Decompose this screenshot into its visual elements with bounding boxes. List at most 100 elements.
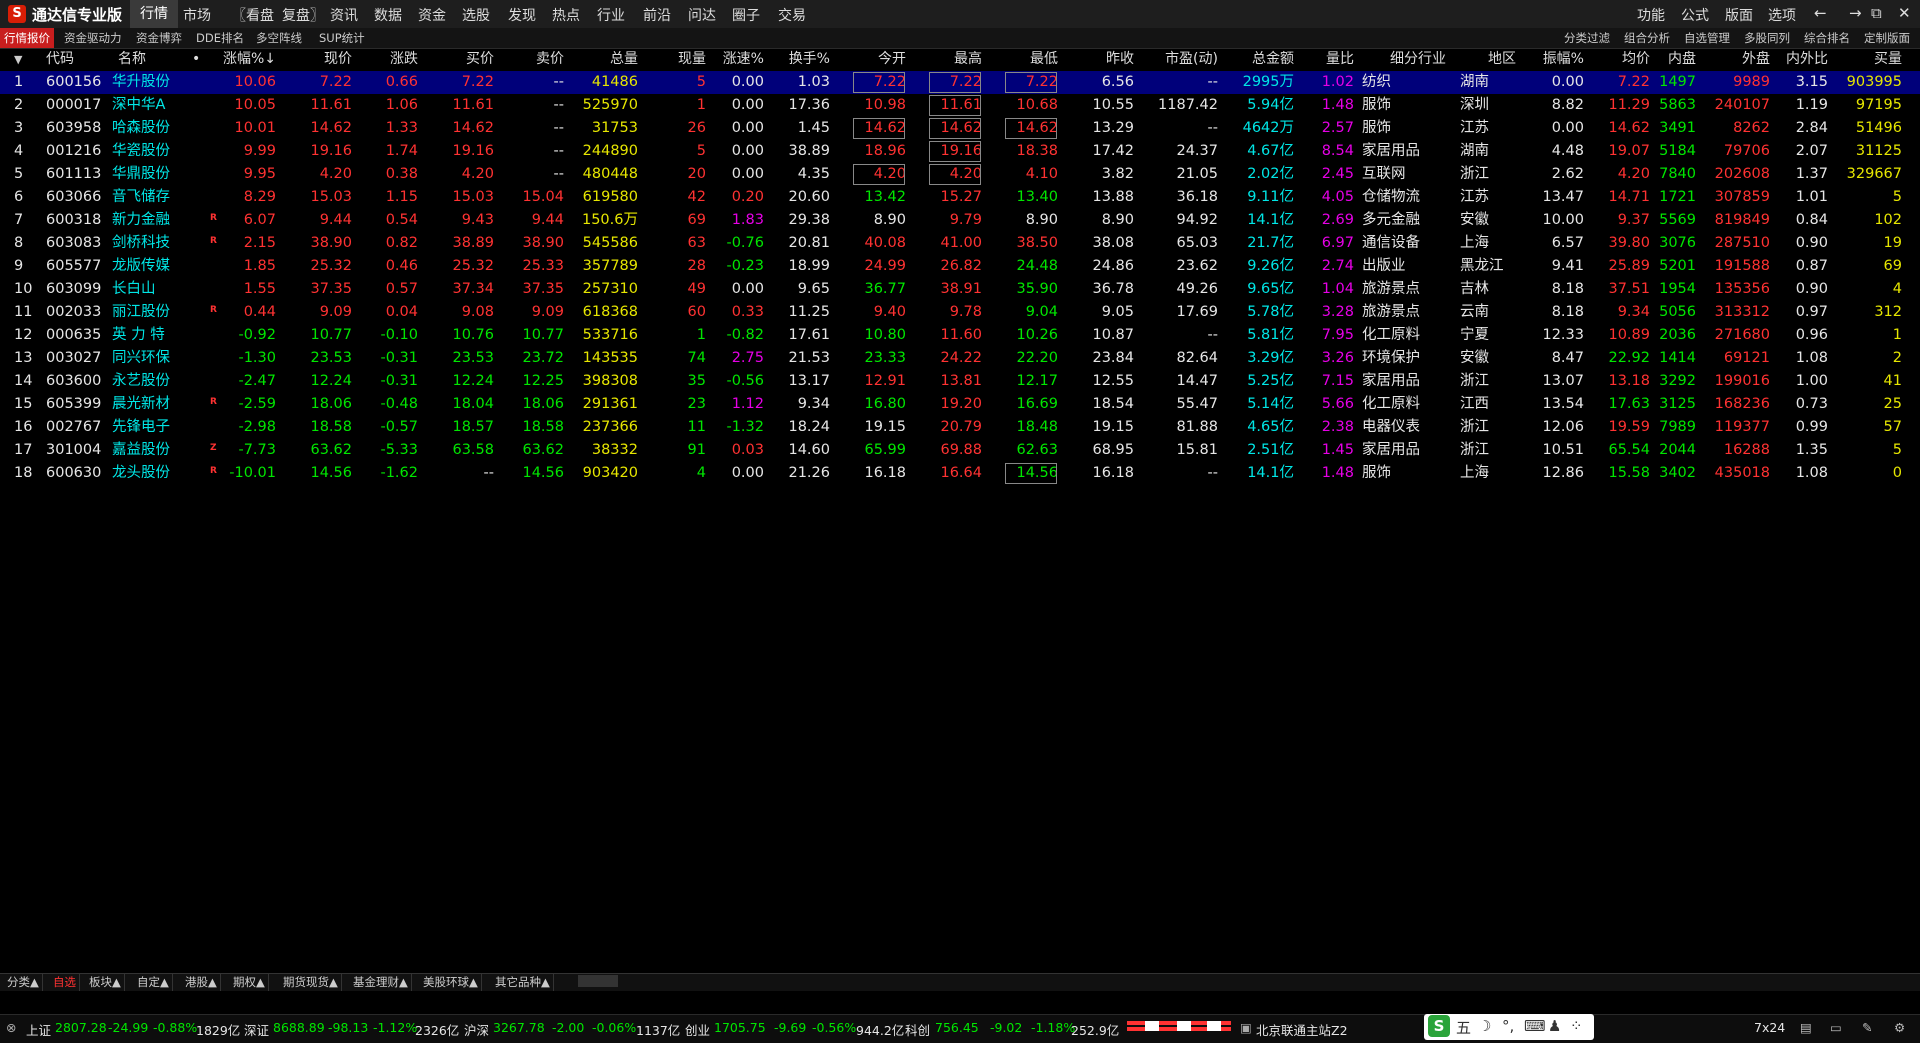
table-row[interactable]: 13 003027 同兴环保 -1.30 23.53 -0.31 23.53 23.72 143… (0, 347, 1920, 370)
close-window-icon[interactable]: ✕ (1898, 4, 1911, 22)
ime-user-icon[interactable]: ♟ (1548, 1017, 1561, 1035)
bottom-tab[interactable]: 其它品种▲ (492, 974, 554, 991)
settings-icon[interactable]: ⚙ (1894, 1020, 1905, 1035)
column-header[interactable]: 昨收 (1070, 48, 1134, 71)
table-row[interactable]: 2 000017 深中华A 10.05 11.61 1.06 11.61 -- 525970 1 0… (0, 94, 1920, 117)
ime-grid-icon[interactable]: ⁘ (1570, 1017, 1583, 1035)
menu-item[interactable]: 资讯 (330, 5, 358, 25)
bottom-tab[interactable]: 板块▲ (86, 974, 125, 991)
tab-dde-rank[interactable]: DDE排名 (192, 28, 248, 48)
table-row[interactable]: 14 603600 永艺股份 -2.47 12.24 -0.31 12.24 12.25 398… (0, 370, 1920, 393)
column-header[interactable]: 代码 (46, 48, 86, 71)
menu-item[interactable]: 选股 (462, 5, 490, 25)
bottom-tab[interactable]: 美股环球▲ (420, 974, 482, 991)
tab-watchlist-manage[interactable]: 自选管理 (1684, 28, 1730, 48)
message-icon[interactable]: ▭ (1830, 1020, 1842, 1035)
tab-capital-drive[interactable]: 资金驱动力 (60, 28, 126, 48)
tab-capital-game[interactable]: 资金博弈 (132, 28, 186, 48)
column-header[interactable]: 涨速% (714, 48, 764, 71)
menu-item[interactable]: 市场 (183, 5, 211, 25)
column-header[interactable]: 地区 (1460, 48, 1516, 71)
tab-quote[interactable]: 行情报价 (0, 28, 54, 48)
tab-composite-rank[interactable]: 综合排名 (1804, 28, 1850, 48)
table-row[interactable]: 3 603958 哈森股份 10.01 14.62 1.33 14.62 -- 31753 26 0… (0, 117, 1920, 140)
menu-options[interactable]: 选项 (1768, 5, 1796, 25)
column-header[interactable]: 今开 (852, 48, 906, 71)
column-header[interactable]: 振幅% (1524, 48, 1584, 71)
menu-item[interactable]: 问达 (688, 5, 716, 25)
table-row[interactable]: 15 605399 晨光新材 R -2.59 18.06 -0.48 18.04 18.06 29… (0, 393, 1920, 416)
table-row[interactable]: 7 600318 新力金融 R 6.07 9.44 0.54 9.43 9.44 150.6万 69… (0, 209, 1920, 232)
menu-formula[interactable]: 公式 (1681, 5, 1709, 25)
bottom-tab[interactable]: 期货现货▲ (280, 974, 342, 991)
table-row[interactable]: 11 002033 丽江股份 R 0.44 9.09 0.04 9.08 9.09 618368 6… (0, 301, 1920, 324)
menu-item[interactable]: 圈子 (732, 5, 760, 25)
menu-item[interactable]: 行情 (130, 0, 178, 28)
tab-custom-layout[interactable]: 定制版面 (1864, 28, 1910, 48)
bottom-tab[interactable]: 分类▲ (4, 974, 43, 991)
table-row[interactable]: 5 601113 华鼎股份 9.95 4.20 0.38 4.20 -- 480448 20 0.0… (0, 163, 1920, 186)
tab-sup-stats[interactable]: SUP统计 (315, 28, 369, 48)
menu-item[interactable]: 发现 (508, 5, 536, 25)
tab-bull-bear[interactable]: 多空阵线 (252, 28, 306, 48)
column-header[interactable]: 量比 (1300, 48, 1354, 71)
column-header[interactable]: 现量 (660, 48, 706, 71)
column-header[interactable]: 名称 (118, 48, 168, 71)
table-row[interactable]: 8 603083 剑桥科技 R 2.15 38.90 0.82 38.89 38.90 54558… (0, 232, 1920, 255)
column-header[interactable]: 均价 (1592, 48, 1650, 71)
column-header[interactable]: 最高 (928, 48, 982, 71)
ime-toolbar[interactable]: S 五 ☽ °, ⌨ ♟ ⁘ (1424, 1014, 1594, 1040)
menu-function[interactable]: 功能 (1637, 5, 1665, 25)
menu-layout[interactable]: 版面 (1725, 5, 1753, 25)
server-name[interactable]: 北京联通主站Z2 (1256, 1020, 1348, 1039)
tab-multi-stock[interactable]: 多股同列 (1744, 28, 1790, 48)
bottom-tab[interactable]: 港股▲ (182, 974, 221, 991)
back-arrow-icon[interactable]: ← (1814, 4, 1827, 22)
ime-logo-icon[interactable]: S (1428, 1015, 1450, 1037)
menu-item[interactable]: 热点 (552, 5, 580, 25)
ime-moon-icon[interactable]: ☽ (1478, 1017, 1491, 1035)
news-clock[interactable]: 7x24 (1754, 1020, 1785, 1035)
tab-category-filter[interactable]: 分类过滤 (1564, 28, 1610, 48)
column-header[interactable]: 卖价 (500, 48, 564, 71)
column-header[interactable]: 涨幅%↓ (216, 48, 276, 71)
table-row[interactable]: 10 603099 长白山 1.55 37.35 0.57 37.34 37.35 257310… (0, 278, 1920, 301)
table-row[interactable]: 1 600156 华升股份 10.06 7.22 0.66 7.22 -- 41486 5 0.00… (0, 71, 1920, 94)
horizontal-scrollbar[interactable] (578, 975, 618, 987)
ime-keyboard-icon[interactable]: ⌨ (1524, 1017, 1546, 1035)
menu-item[interactable]: 〖看盘 (232, 5, 274, 25)
news-icon[interactable]: ▤ (1800, 1020, 1812, 1035)
column-header[interactable]: 外盘 (1700, 48, 1770, 71)
status-toggle-icon[interactable]: ⊗ (6, 1020, 16, 1035)
column-header[interactable]: 内盘 (1650, 48, 1696, 71)
column-header[interactable]: 换手% (770, 48, 830, 71)
table-row[interactable]: 4 001216 华瓷股份 9.99 19.16 1.74 19.16 -- 244890 5 0.… (0, 140, 1920, 163)
column-header[interactable]: 总量 (572, 48, 638, 71)
menu-item[interactable]: 复盘〗 (282, 5, 324, 25)
bottom-tab[interactable]: 基金理财▲ (350, 974, 412, 991)
column-header[interactable]: • (192, 48, 204, 71)
bottom-tab[interactable]: 自选 (50, 974, 80, 991)
table-row[interactable]: 18 600630 龙头股份 R -10.01 14.56 -1.62 -- 14.56 9034… (0, 462, 1920, 485)
menu-item[interactable]: 前沿 (643, 5, 671, 25)
table-row[interactable]: 16 002767 先锋电子 -2.98 18.58 -0.57 18.57 18.58 237… (0, 416, 1920, 439)
column-header[interactable]: 涨跌 (360, 48, 418, 71)
column-header[interactable]: 买量 (1834, 48, 1902, 71)
table-row[interactable]: 9 605577 龙版传媒 1.85 25.32 0.46 25.32 25.33 357789… (0, 255, 1920, 278)
column-header[interactable]: 现价 (290, 48, 352, 71)
restore-window-icon[interactable]: ⧉ (1871, 4, 1882, 22)
table-row[interactable]: 6 603066 音飞储存 8.29 15.03 1.15 15.03 15.04 619580… (0, 186, 1920, 209)
forward-arrow-icon[interactable]: → (1849, 4, 1862, 22)
menu-item[interactable]: 数据 (374, 5, 402, 25)
ime-mode[interactable]: 五 (1456, 1017, 1471, 1038)
tab-portfolio-analysis[interactable]: 组合分析 (1624, 28, 1670, 48)
table-row[interactable]: 12 000635 英 力 特 -0.92 10.77 -0.10 10.76 10.77 53… (0, 324, 1920, 347)
column-header[interactable]: 市盈(动) (1140, 48, 1218, 71)
alert-bell-icon[interactable]: ✎ (1862, 1020, 1872, 1035)
column-header[interactable]: 最低 (1004, 48, 1058, 71)
column-header[interactable]: 细分行业 (1362, 48, 1446, 71)
menu-item[interactable]: 行业 (597, 5, 625, 25)
ime-punct-icon[interactable]: °, (1502, 1017, 1514, 1035)
column-header[interactable]: 总金额 (1230, 48, 1294, 71)
table-row[interactable]: 17 301004 嘉益股份 Z -7.73 63.62 -5.33 63.58 63.62 38… (0, 439, 1920, 462)
